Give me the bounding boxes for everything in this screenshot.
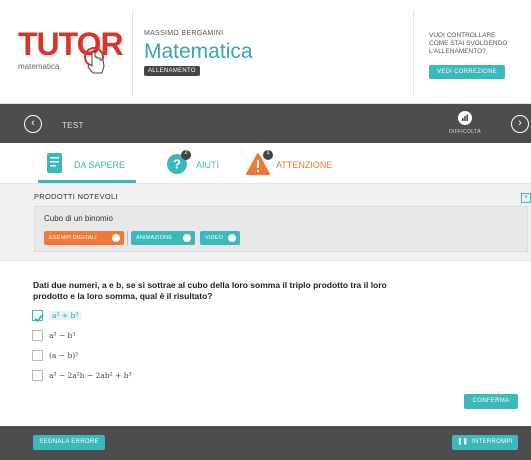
tab-label: AIUTI <box>196 160 220 170</box>
report-error-button[interactable]: SEGNALA ERRORE <box>33 435 105 450</box>
author-name: MASSIMO BERGAMINI <box>144 30 224 37</box>
answer-label: a³ − 2a²b − 2ab² + b³ <box>49 371 132 380</box>
pill-label: VIDEO <box>205 235 224 241</box>
answer-label: a³ − b³ <box>49 331 76 340</box>
section-title: PRODOTTI NOTEVOLI <box>34 192 118 201</box>
answer-checkbox[interactable] <box>32 310 43 323</box>
difficulty-indicator: DIFFICOLTÀ <box>445 111 485 135</box>
play-icon <box>228 234 236 242</box>
tab-aiuti[interactable]: ? 2 AIUTI <box>166 149 236 179</box>
prompt-line: COME STAI SVOLGENDO <box>429 40 508 47</box>
help-tabs: DA SAPERE ? 2 AIUTI 1 ATTENZIONE <box>0 143 531 183</box>
confirm-button[interactable]: CONFERMA <box>464 394 518 409</box>
mode-badge: ALLENAMENTO <box>144 66 200 76</box>
answer-option[interactable]: a³ + b³ <box>32 310 232 330</box>
close-panel-button[interactable]: × <box>521 193 531 203</box>
tab-da-sapere[interactable]: DA SAPERE <box>44 149 136 179</box>
answer-label: (a − b)³ <box>49 351 79 360</box>
tab-label: DA SAPERE <box>74 160 126 170</box>
view-correction-button[interactable]: VEDI CORREZIONE <box>429 65 505 79</box>
knowledge-panel: PRODOTTI NOTEVOLI × Cubo di un binomio E… <box>0 183 531 261</box>
prompt-line: VUOI CONTROLLARE <box>429 32 496 39</box>
tab-label: ATTENZIONE <box>276 160 333 170</box>
close-icon: × <box>523 194 529 201</box>
aiuti-badge: 2 <box>184 150 188 156</box>
logo-word: TUTOR <box>18 26 124 62</box>
next-button[interactable]: › <box>511 115 529 133</box>
pause-icon: ❚❚ <box>457 439 468 445</box>
answer-option[interactable]: (a − b)³ <box>32 350 232 370</box>
stop-button[interactable]: ❚❚ INTERROMPI <box>452 435 518 450</box>
subject-title: Matematica <box>144 40 253 63</box>
previous-button[interactable]: ‹ <box>24 115 42 133</box>
chevron-left-icon: ‹ <box>31 117 35 129</box>
play-icon <box>183 234 191 242</box>
pill-label: ANIMAZIONE <box>136 235 173 241</box>
digital-examples-button[interactable]: ESEMPI DIGITALI <box>44 231 124 245</box>
answer-option[interactable]: a³ − b³ <box>32 330 232 350</box>
stop-label: INTERROMPI <box>471 439 513 445</box>
video-button[interactable]: VIDEO <box>200 231 240 245</box>
chevron-right-icon: › <box>518 117 522 129</box>
pointer-hand-icon <box>84 47 105 74</box>
topic-title: Cubo di un binomio <box>44 214 113 223</box>
svg-text:?: ? <box>173 157 181 172</box>
app-header: TUTOR matematica MASSIMO BERGAMINI Matem… <box>0 0 531 104</box>
answer-options: a³ + b³ a³ − b³ (a − b)³ a³ − 2a²b − 2ab… <box>32 310 232 390</box>
difficulty-label: DIFFICOLTÀ <box>449 129 481 135</box>
test-title: TEST <box>62 121 84 130</box>
info-icon <box>112 234 120 242</box>
logo-subtitle: matematica <box>18 62 60 71</box>
test-navigation-bar: ‹ TEST DIFFICOLTÀ › <box>0 104 531 143</box>
pill-label: ESEMPI DIGITALI <box>49 235 97 241</box>
header-divider <box>413 10 414 96</box>
answer-option[interactable]: a³ − 2a²b − 2ab² + b³ <box>32 370 232 390</box>
tab-attenzione[interactable]: 1 ATTENZIONE <box>246 149 356 179</box>
prompt-line: L'ALLENAMENTO? <box>429 48 486 55</box>
checkmark-icon <box>34 314 43 323</box>
animation-button[interactable]: ANIMAZIONE <box>131 231 195 245</box>
answer-checkbox[interactable] <box>32 330 43 341</box>
footer-bar: SEGNALA ERRORE ❚❚ INTERROMPI <box>0 426 531 460</box>
tutor-logo: TUTOR matematica <box>18 28 126 84</box>
answer-checkbox[interactable] <box>32 370 43 381</box>
bar-chart-icon <box>458 111 472 125</box>
pill-divider <box>127 231 128 245</box>
check-progress-prompt: VUOI CONTROLLARE COME STAI SVOLGENDO L'A… <box>429 32 529 56</box>
answer-label: a³ + b³ <box>49 311 82 320</box>
question-text: Dati due numeri, a e b, se si sottrae al… <box>33 280 387 301</box>
attenzione-badge: 1 <box>266 150 270 156</box>
header-divider <box>132 10 133 96</box>
book-icon <box>47 153 62 173</box>
topic-card: Cubo di un binomio ESEMPI DIGITALI ANIMA… <box>34 206 528 252</box>
answer-checkbox[interactable] <box>32 350 43 361</box>
